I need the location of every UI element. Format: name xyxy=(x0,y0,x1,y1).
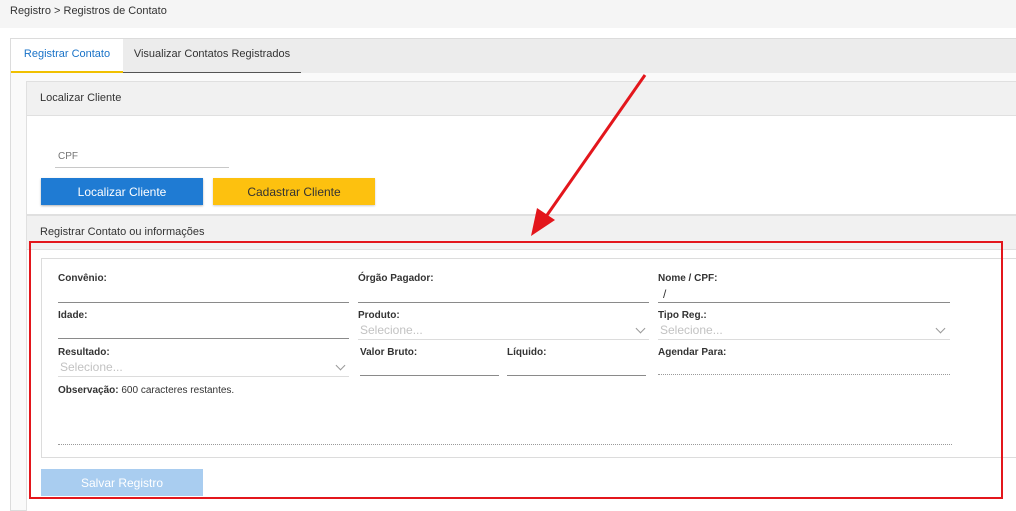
tab-registrar-contato[interactable]: Registrar Contato xyxy=(11,39,123,73)
observacao-counter: 600 caracteres restantes. xyxy=(121,385,235,396)
idade-label: Idade: xyxy=(58,310,88,321)
salvar-registro-button[interactable]: Salvar Registro xyxy=(41,469,203,496)
liquido-label: Líquido: xyxy=(507,347,547,358)
tab-bar: Registrar Contato Visualizar Contatos Re… xyxy=(11,39,1016,73)
cadastrar-cliente-button[interactable]: Cadastrar Cliente xyxy=(213,178,375,205)
idade-field[interactable] xyxy=(58,338,349,339)
agendar-para-label: Agendar Para: xyxy=(658,347,727,358)
valor-bruto-field[interactable] xyxy=(360,375,499,376)
registro-form: Convênio: Órgão Pagador: Nome / CPF: / I… xyxy=(41,258,1016,458)
cpf-input[interactable] xyxy=(55,146,229,168)
observacao-label: Observação: 600 caracteres restantes. xyxy=(58,385,234,396)
localizar-cliente-title: Localizar Cliente xyxy=(27,82,1016,116)
nome-cpf-field[interactable] xyxy=(658,302,950,303)
page-body: Registrar Contato Visualizar Contatos Re… xyxy=(0,28,1016,511)
produto-select-value: Selecione... xyxy=(360,323,423,337)
resultado-select[interactable] xyxy=(58,376,349,377)
chevron-down-icon[interactable] xyxy=(935,323,946,334)
localizar-cliente-button[interactable]: Localizar Cliente xyxy=(41,178,203,205)
convenio-field[interactable] xyxy=(58,302,349,303)
produto-select[interactable] xyxy=(358,339,649,340)
liquido-field[interactable] xyxy=(507,375,646,376)
orgao-pagador-label: Órgão Pagador: xyxy=(358,273,434,284)
nome-cpf-label: Nome / CPF: xyxy=(658,273,718,284)
localizar-cliente-panel: Localizar Cliente Localizar Cliente Cada… xyxy=(26,81,1016,215)
agendar-para-field[interactable] xyxy=(658,374,950,375)
registrar-contato-title: Registrar Contato ou informações xyxy=(27,216,1016,250)
registrar-contato-panel: Registrar Contato ou informações Convêni… xyxy=(26,215,1016,511)
nome-cpf-value: / xyxy=(663,287,667,301)
valor-bruto-label: Valor Bruto: xyxy=(360,347,418,358)
resultado-select-value: Selecione... xyxy=(60,360,123,374)
tipo-reg-select-value: Selecione... xyxy=(660,323,723,337)
main-card: Registrar Contato Visualizar Contatos Re… xyxy=(10,38,1016,511)
resultado-label: Resultado: xyxy=(58,347,110,358)
observacao-textarea[interactable] xyxy=(58,444,952,445)
tab-visualizar-contatos[interactable]: Visualizar Contatos Registrados xyxy=(123,39,301,73)
tipo-reg-label: Tipo Reg.: xyxy=(658,310,707,321)
chevron-down-icon[interactable] xyxy=(335,360,346,371)
tipo-reg-select[interactable] xyxy=(658,339,950,340)
breadcrumb: Registro > Registros de Contato xyxy=(0,0,1016,28)
produto-label: Produto: xyxy=(358,310,400,321)
chevron-down-icon[interactable] xyxy=(635,323,646,334)
orgao-pagador-field[interactable] xyxy=(358,302,649,303)
convenio-label: Convênio: xyxy=(58,273,107,284)
observacao-title: Observação: xyxy=(58,385,119,396)
